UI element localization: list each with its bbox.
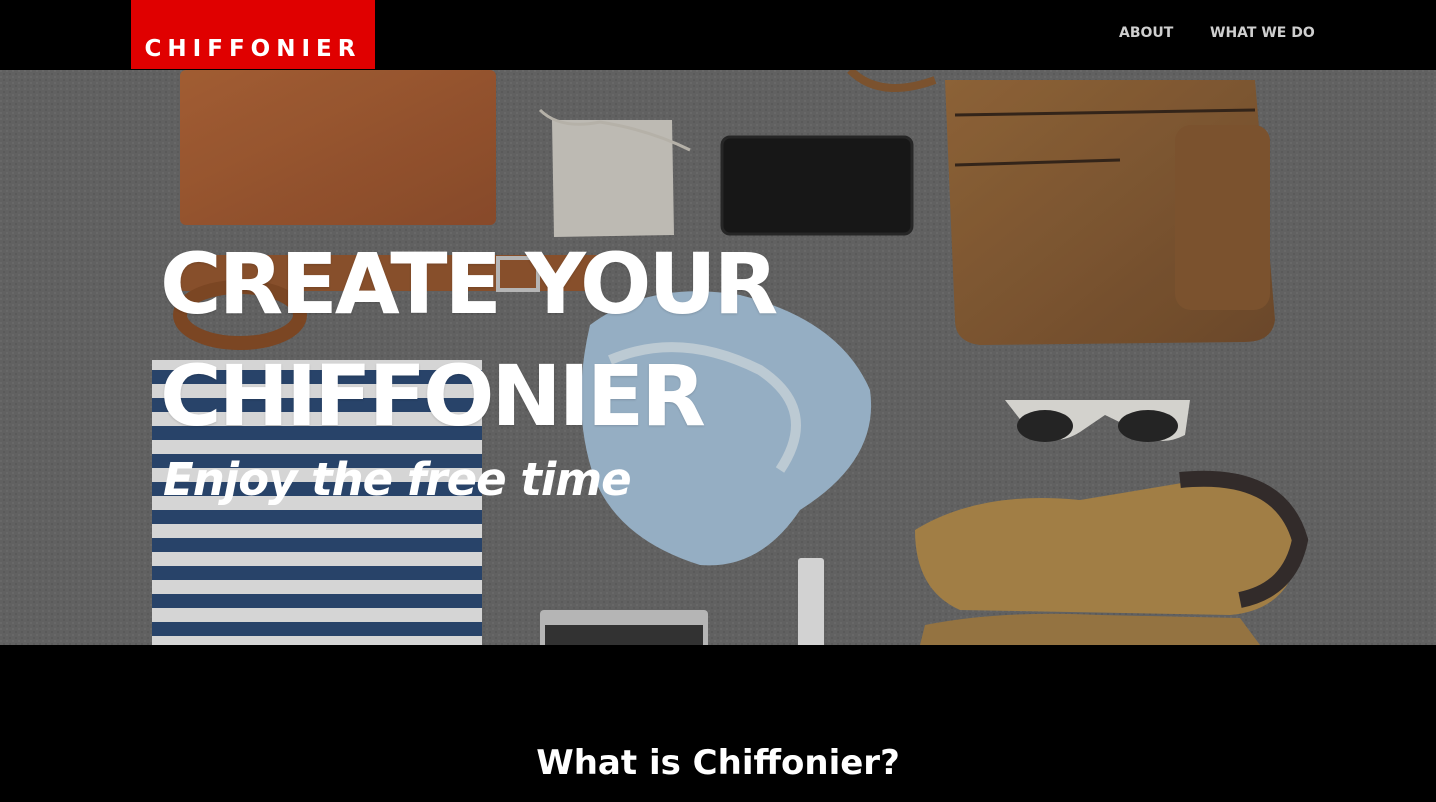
nav-what-we-do-link[interactable]: WHAT WE DO [1210,25,1315,41]
top-navbar: CHIFFONIER ABOUT WHAT WE DO [0,0,1436,70]
section-title: What is Chiffonier? [536,743,900,783]
about-section: What is Chiffonier? [0,645,1436,802]
brand-name: CHIFFONIER [144,36,362,62]
nav-about-link[interactable]: ABOUT [1119,25,1173,41]
hero-subtitle: Enjoy the free time [163,453,632,506]
brand-logo[interactable]: CHIFFONIER [131,0,375,69]
hero-title: CREATE YOUR CHIFFONIER [160,235,778,445]
hero-section: CREATE YOUR CHIFFONIER Enjoy the free ti… [0,70,1436,645]
